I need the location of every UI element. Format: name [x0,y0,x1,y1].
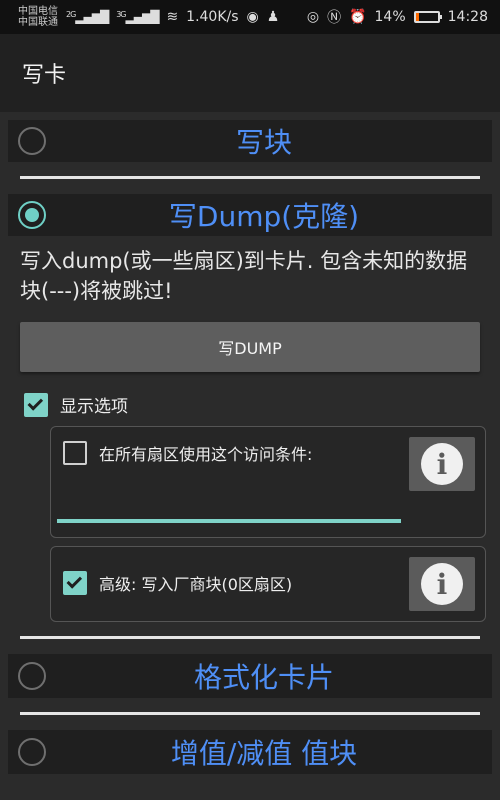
radio-write-dump[interactable] [18,201,46,229]
section-title-format-card: 格式化卡片 [193,661,334,694]
access-condition-input[interactable] [57,519,401,523]
section-write-block[interactable]: 写块 [8,120,492,162]
divider [20,636,480,639]
net-type-1: 2G [66,10,76,19]
radio-write-block[interactable] [18,127,46,155]
app-notification-icon: ◉ [246,9,259,25]
section-write-dump[interactable]: 写Dump(克隆) [8,194,492,236]
checkmark-icon [66,573,83,589]
section-value-block[interactable]: 增值/减值 值块 [8,730,492,774]
show-options-row[interactable]: 显示选项 [24,392,128,417]
info-icon: i [421,443,463,485]
show-options-label: 显示选项 [60,397,128,417]
access-info-button[interactable]: i [409,437,475,491]
radio-format-card[interactable] [18,662,46,690]
status-left: 中国电信 中国联通 2G▂▄▆█ 3G▂▄▆█ ≋ 1.40K/s ◉ ♟ [18,6,279,28]
net-type-2: 3G [116,10,126,19]
nfc-icon: Ⓝ [327,10,342,26]
section-format-card[interactable]: 格式化卡片 [8,654,492,698]
status-right: ◎ Ⓝ ⏰ 14% 14:28 [307,7,488,27]
battery-icon [413,11,442,23]
app-bar: 写卡 [0,34,500,112]
carrier-1: 中国电信 [18,6,58,17]
qq-icon: ♟ [266,9,280,25]
advanced-label: 高级: 写入厂商块(0区扇区) [99,575,293,594]
access-condition-checkbox[interactable] [63,441,87,465]
advanced-info-button[interactable]: i [409,557,475,611]
advanced-checkbox[interactable] [63,571,87,595]
section-title-value-block: 增值/减值 值块 [170,737,358,770]
network-speed: 1.40K/s [186,9,239,25]
status-bar: 中国电信 中国联通 2G▂▄▆█ 3G▂▄▆█ ≋ 1.40K/s ◉ ♟ ◎ … [0,0,500,34]
access-condition-panel: 在所有扇区使用这个访问条件: i [50,426,486,538]
access-condition-label: 在所有扇区使用这个访问条件: [99,445,313,464]
carrier-names: 中国电信 中国联通 [18,6,58,28]
page-title: 写卡 [22,63,67,88]
advanced-row[interactable]: 高级: 写入厂商块(0区扇区) [63,571,292,595]
advanced-panel: 高级: 写入厂商块(0区扇区) i [50,546,486,622]
checkmark-icon [27,394,44,411]
info-icon: i [421,563,463,605]
access-condition-row[interactable]: 在所有扇区使用这个访问条件: [63,441,312,465]
section-title-write-dump: 写Dump(克隆) [168,200,360,233]
signal-2-icon: 3G▂▄▆█ [116,10,159,24]
eye-icon: ◎ [306,9,320,25]
write-dump-button[interactable]: 写DUMP [20,322,480,372]
show-options-checkbox[interactable] [24,392,48,417]
section-title-write-block: 写块 [235,126,292,159]
signal-icon: 2G▂▄▆█ [66,10,109,24]
divider [20,176,480,179]
divider [20,712,480,715]
battery-fill [415,13,419,21]
dump-description: 写入dump(或一些扇区)到卡片. 包含未知的数据块(---)将被跳过! [20,249,468,303]
alarm-icon: ⏰ [349,9,367,25]
radio-value-block[interactable] [18,738,46,766]
carrier-2: 中国联通 [18,17,58,28]
battery-percent: 14% [374,9,406,25]
wifi-icon: ≋ [166,9,179,25]
clock: 14:28 [447,9,488,25]
